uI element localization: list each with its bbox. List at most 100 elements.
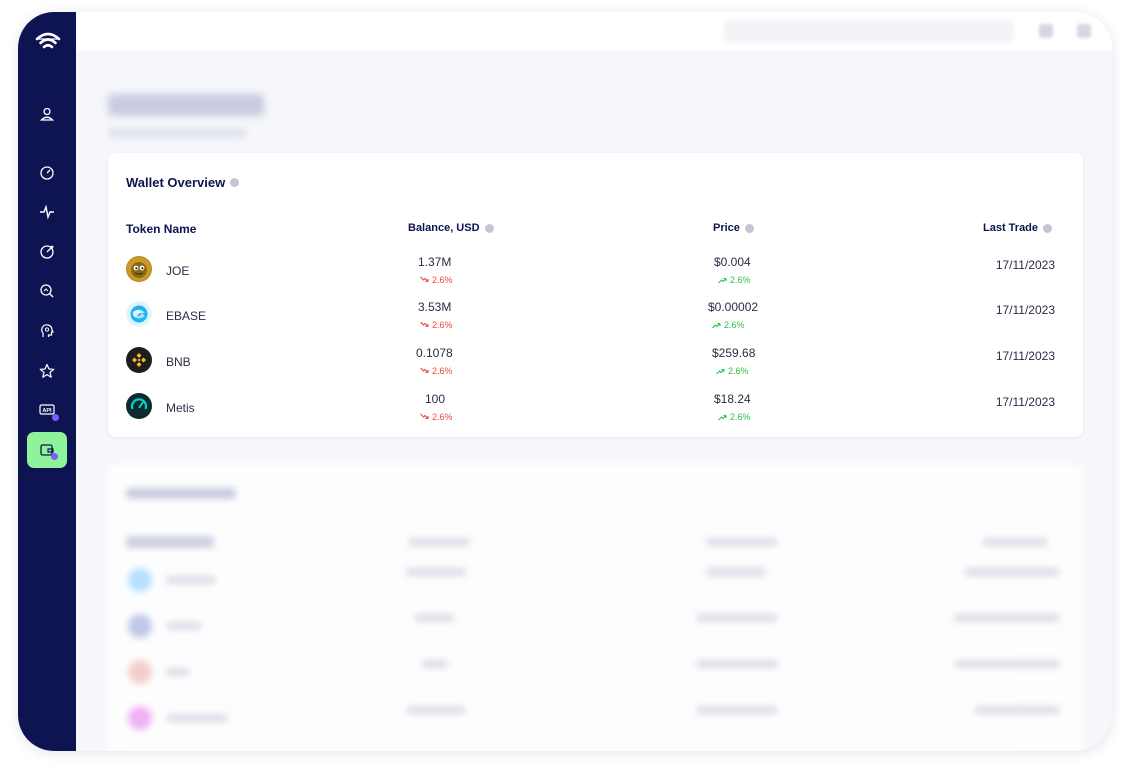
- user-icon: [39, 107, 55, 121]
- blurred-token-icon: [128, 614, 152, 638]
- header-last-trade[interactable]: Last Trade: [983, 222, 1053, 234]
- balance-change: 2.6%: [420, 366, 453, 376]
- trend-down-icon: [420, 367, 429, 374]
- page-subtitle: [108, 128, 246, 138]
- token-name: BNB: [166, 355, 191, 369]
- blurred-text: [406, 706, 466, 714]
- trend-up-icon: [716, 368, 725, 375]
- last-trade-date: 17/11/2023: [995, 349, 1055, 363]
- search-chart-icon: [40, 284, 54, 298]
- balance-value: 0.1078: [416, 346, 453, 360]
- price-value: $18.24: [714, 392, 751, 406]
- price-change: 2.6%: [712, 320, 745, 330]
- balance-change: 2.6%: [420, 412, 453, 422]
- table-row[interactable]: Metis 100 2.6% $18.24 2.6% 17/11/2023: [108, 392, 1083, 439]
- last-trade-date: 17/11/2023: [995, 303, 1055, 317]
- settings-icon[interactable]: [1077, 24, 1091, 38]
- last-trade-date: 17/11/2023: [995, 395, 1055, 409]
- blurred-header: [706, 538, 778, 546]
- gauge-icon: [40, 166, 54, 180]
- blurred-header: [982, 538, 1048, 546]
- info-icon[interactable]: [484, 223, 494, 233]
- blurred-text: [696, 706, 778, 714]
- price-change: 2.6%: [718, 412, 751, 422]
- card-title: Wallet Overview: [126, 175, 240, 190]
- balance-change: 2.6%: [420, 275, 453, 285]
- blurred-text: [166, 622, 202, 630]
- price-value: $0.004: [714, 255, 751, 269]
- balance-value: 3.53M: [418, 300, 452, 314]
- nav-dashboard[interactable]: [27, 155, 67, 191]
- blurred-text: [696, 614, 778, 622]
- table-row[interactable]: JOE 1.37M 2.6% $0.004 2.6% 17/11/2023: [108, 255, 1083, 302]
- blurred-text: [954, 614, 1060, 622]
- blurred-title: [126, 488, 236, 499]
- blurred-text: [166, 576, 216, 584]
- trend-down-icon: [420, 321, 429, 328]
- sidebar: API: [18, 12, 76, 751]
- ebase-token-icon: [126, 301, 152, 327]
- balance-value: 1.37M: [418, 255, 452, 269]
- wifi-logo-icon[interactable]: [34, 28, 62, 56]
- blurred-header: [408, 538, 470, 546]
- info-icon[interactable]: [744, 223, 754, 233]
- blurred-token-icon: [128, 568, 152, 592]
- brain-icon: [41, 324, 54, 337]
- balance-change: 2.6%: [420, 320, 453, 330]
- header-balance[interactable]: Balance, USD: [408, 222, 494, 234]
- blurred-text: [696, 660, 778, 668]
- token-name: Metis: [166, 401, 195, 415]
- star-icon: [39, 363, 55, 378]
- notification-icon[interactable]: [1039, 24, 1053, 38]
- search-input[interactable]: [724, 20, 1014, 42]
- notification-dot: [51, 453, 58, 460]
- trend-up-icon: [718, 414, 727, 421]
- trend-down-icon: [420, 413, 429, 420]
- table-row[interactable]: BNB 0.1078 2.6% $259.68 2.6% 17/11/2023: [108, 346, 1083, 393]
- blurred-header: [126, 536, 214, 548]
- header-token-name: Token Name: [126, 222, 197, 236]
- trend-up-icon: [712, 322, 721, 329]
- price-change: 2.6%: [716, 366, 749, 376]
- nav-analytics[interactable]: [27, 234, 67, 270]
- blurred-overview-card: [108, 464, 1083, 751]
- nav-favorites[interactable]: [27, 353, 67, 389]
- price-value: $259.68: [712, 346, 756, 360]
- blurred-token-icon: [128, 660, 152, 684]
- blurred-text: [964, 568, 1060, 576]
- nav-user[interactable]: [27, 96, 67, 132]
- nav-wallet[interactable]: [27, 432, 67, 468]
- info-icon[interactable]: [230, 178, 240, 187]
- blurred-text: [974, 706, 1060, 714]
- price-change: 2.6%: [718, 275, 751, 285]
- activity-icon: [40, 204, 54, 220]
- top-bar: [76, 12, 1112, 50]
- nav-api[interactable]: API: [27, 392, 67, 428]
- trend-down-icon: [420, 276, 429, 283]
- nav-activity[interactable]: [27, 194, 67, 230]
- page-title: [108, 94, 264, 116]
- trend-up-icon: [718, 277, 727, 284]
- blurred-token-icon: [128, 706, 152, 730]
- wallet-overview-card: Wallet Overview Token Name Balance, USD …: [108, 153, 1083, 437]
- blurred-text: [166, 714, 228, 722]
- bnb-token-icon: [126, 347, 152, 373]
- header-price[interactable]: Price: [713, 222, 754, 234]
- blurred-text: [406, 568, 466, 576]
- joe-token-icon: [126, 256, 152, 282]
- nav-search[interactable]: [27, 273, 67, 309]
- dial-icon: [40, 245, 54, 259]
- blurred-text: [706, 568, 766, 576]
- token-name: EBASE: [166, 309, 207, 323]
- app-window: API Wallet Overview Token Name Balance, …: [18, 12, 1112, 751]
- notification-dot: [52, 414, 59, 421]
- last-trade-date: 17/11/2023: [995, 258, 1055, 272]
- blurred-text: [166, 668, 190, 676]
- info-icon[interactable]: [1043, 223, 1053, 233]
- table-row[interactable]: EBASE 3.53M 2.6% $0.00002 2.6% 17/11/202…: [108, 300, 1083, 347]
- balance-value: 100: [425, 392, 446, 406]
- svg-text:API: API: [42, 408, 52, 414]
- token-name: JOE: [166, 264, 190, 278]
- blurred-text: [414, 614, 454, 622]
- nav-insights[interactable]: [27, 313, 67, 349]
